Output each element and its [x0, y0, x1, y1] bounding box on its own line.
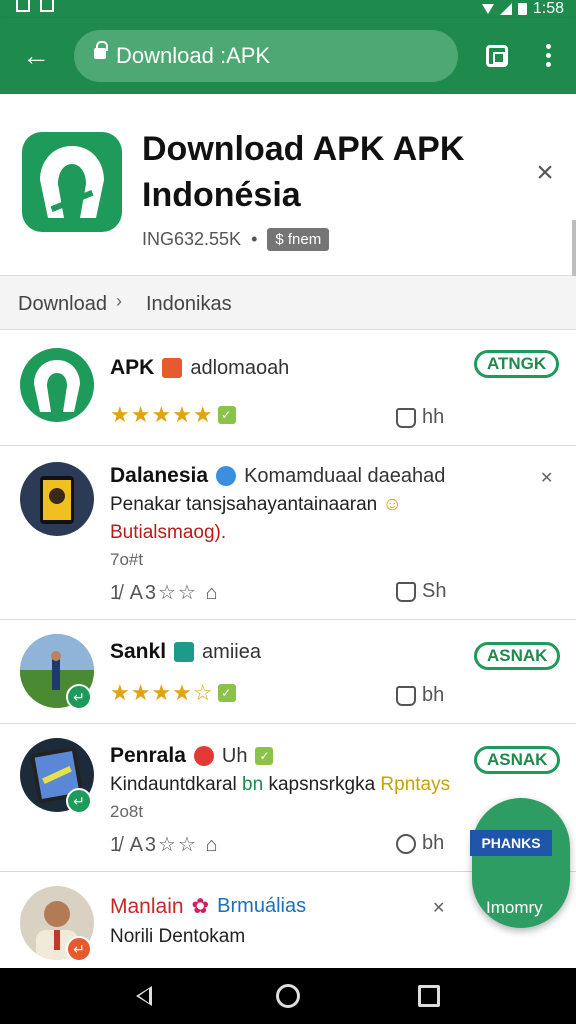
tabs-icon[interactable] — [486, 45, 508, 67]
app-logo — [22, 132, 122, 232]
signal-icon — [499, 3, 512, 15]
item-count: 7o#t — [110, 550, 144, 569]
breadcrumb: Download › Indonikas — [0, 276, 576, 330]
item-title: Sankl — [110, 640, 167, 663]
nav-home-icon[interactable] — [276, 984, 300, 1008]
avatar — [20, 462, 94, 536]
install-button[interactable]: ASNAK — [474, 746, 561, 774]
dismiss-icon[interactable]: ✕ — [540, 468, 553, 488]
item-title: Penrala — [110, 744, 186, 767]
action-icons[interactable]: 1̸ A3☆☆ ⌂ — [110, 832, 220, 857]
download-badge-icon: ↵ — [66, 684, 92, 710]
item-title: Dalanesia — [110, 464, 209, 487]
item-subtitle: Brmuálias — [217, 895, 307, 917]
tag-icon — [162, 358, 183, 378]
likes-label: bh — [422, 832, 445, 854]
notification-icon — [16, 0, 30, 12]
like-count[interactable]: bh — [396, 832, 444, 855]
emoji-icon: ☺ — [382, 494, 402, 515]
avatar — [20, 348, 94, 422]
tag-icon — [174, 642, 195, 662]
app-size: ING632.55K — [142, 229, 242, 249]
star-rating: ★★★★☆ — [110, 680, 214, 705]
chevron-right-icon: › — [116, 291, 122, 311]
status-bar: 1:58 — [0, 0, 576, 18]
like-count[interactable]: Sh — [396, 580, 446, 603]
verified-icon: ✓ — [217, 406, 236, 424]
heart-icon — [396, 833, 416, 854]
item-count: 2o8t — [110, 802, 144, 821]
install-button[interactable]: Imomry — [486, 898, 543, 918]
price-badge[interactable]: $ fnem — [267, 228, 330, 251]
likes-label: Sh — [422, 580, 447, 602]
download-badge-icon: ↵ — [66, 788, 92, 814]
close-icon[interactable]: × — [530, 158, 560, 188]
list-item[interactable]: ↵ Sankl amiiea ★★★★☆ ✓ bh ASNAK — [0, 620, 576, 724]
description-line: Penakar tansjsahayantainaaran — [110, 494, 378, 515]
list-item[interactable]: Dalanesia Komamduaal daeahad Penakar tan… — [0, 446, 576, 620]
description-line: Kindauntdkaral — [110, 774, 237, 795]
thumbs-up-icon — [396, 581, 416, 602]
scrollbar[interactable] — [572, 220, 576, 280]
item-subtitle: Uh — [221, 744, 248, 767]
item-subtitle: adlomaoah — [190, 356, 290, 379]
url-bar[interactable]: Download :APK — [74, 30, 458, 82]
item-title-line: Penrala Uh ✓ — [110, 744, 274, 768]
description-accent: bn — [242, 774, 264, 795]
rating: ★★★★☆ ✓ — [110, 680, 236, 706]
star-rating: ★★★★★ — [110, 402, 214, 427]
item-subtitle: Komamduaal daeahad — [244, 464, 446, 487]
description-line: kapsnsrkgka — [268, 774, 376, 795]
expand-icon[interactable]: ✕ — [432, 898, 445, 918]
download-badge-icon: ↵ — [66, 936, 92, 962]
action-icons[interactable]: 1̸ A3☆☆ ⌂ — [110, 580, 220, 605]
item-description: Norili Dentokam — [110, 926, 246, 947]
list-item[interactable]: APK adlomaoah ★★★★★ ✓ hh ATNGK — [0, 330, 576, 446]
emoji-icon — [193, 746, 214, 766]
item-title: Manlain — [110, 894, 184, 918]
status-time: 1:58 — [532, 0, 564, 17]
item-title-line: Sankl amiiea — [110, 640, 261, 664]
likes-label: hh — [422, 406, 445, 428]
nav-recents-icon[interactable] — [418, 985, 440, 1007]
item-title-line: APK adlomaoah — [110, 356, 289, 380]
breadcrumb-item[interactable]: Download — [18, 293, 107, 316]
battery-icon — [517, 3, 527, 15]
like-count[interactable]: bh — [396, 684, 444, 707]
item-title: APK — [110, 356, 155, 379]
lock-icon — [94, 41, 108, 59]
verified-icon: ✓ — [217, 684, 236, 702]
install-button[interactable]: ATNGK — [474, 350, 560, 378]
item-title-line: Manlain ✿ Brmuálias — [110, 894, 306, 919]
fab-label[interactable]: PHANKS — [470, 830, 552, 856]
nav-back-icon[interactable] — [136, 986, 152, 1006]
likes-label: bh — [422, 684, 445, 706]
flower-icon: ✿ — [191, 895, 210, 918]
verified-badge-icon — [216, 466, 237, 486]
item-description: Penakar tansjsahayantainaaran ☺ — [110, 494, 402, 516]
meta-separator: • — [251, 229, 258, 249]
wifi-icon — [481, 4, 494, 14]
item-title-line: Dalanesia Komamduaal daeahad — [110, 464, 445, 488]
browser-toolbar: ← Download :APK — [0, 18, 576, 94]
description-highlight: Rpntays — [380, 774, 451, 795]
thumbs-up-icon — [396, 685, 416, 706]
page-title: Download APK APK Indonésia — [142, 130, 465, 214]
rating: ★★★★★ ✓ — [110, 402, 236, 428]
install-button[interactable]: ASNAK — [474, 642, 561, 670]
overflow-menu-icon[interactable] — [540, 44, 556, 70]
app-header-card: Download APK APK Indonésia ING632.55K • … — [0, 94, 576, 276]
navigation-bar — [0, 968, 576, 1024]
thumbs-up-icon — [396, 407, 416, 428]
notification-icon — [40, 0, 54, 12]
item-description: Kindauntdkaral bn kapsnsrkgka Rpntays — [110, 774, 450, 796]
back-arrow-icon[interactable]: ← — [20, 40, 52, 72]
app-meta: ING632.55K • $ fnem — [142, 228, 330, 251]
item-subtitle: amiiea — [202, 640, 261, 663]
breadcrumb-item[interactable]: Indonikas — [146, 293, 232, 316]
item-link[interactable]: Butialsmaog). — [110, 522, 226, 544]
url-text: Download :APK — [116, 43, 271, 68]
verified-icon: ✓ — [255, 747, 274, 765]
like-count[interactable]: hh — [396, 406, 444, 429]
